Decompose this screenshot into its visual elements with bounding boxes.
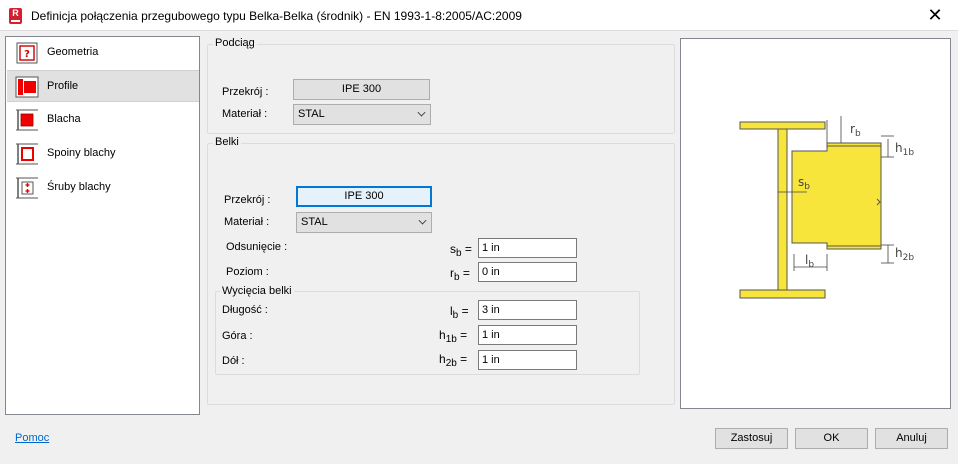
- lb-symbol: lb =: [450, 304, 469, 321]
- dol-label: Dół :: [222, 355, 245, 367]
- podciag-przekroj-label: Przekrój :: [222, 86, 269, 98]
- h2b-symbol: h2b =: [439, 352, 467, 369]
- h1b-sub: 1b: [445, 334, 457, 345]
- h2b-label: h2b: [895, 246, 914, 263]
- rb-symbol: rb =: [450, 266, 470, 283]
- nav-label-blacha: Blacha: [47, 113, 81, 125]
- bolt-icon: [16, 177, 38, 199]
- lb-sub: b: [452, 310, 459, 321]
- nav-label-sruby: Śruby blachy: [47, 181, 111, 193]
- nav-item-spoiny[interactable]: Spoiny blachy: [7, 138, 199, 170]
- app-icon: R: [9, 8, 22, 24]
- h1b-label: h1b: [895, 141, 914, 158]
- connection-preview: rb h1b h2b sb lb: [680, 38, 951, 409]
- h1b-sub-tspan: 1b: [903, 148, 915, 158]
- podciag-group: [207, 44, 675, 134]
- gora-label: Góra :: [222, 330, 253, 342]
- h2b-eq: =: [460, 352, 468, 366]
- belki-material-select[interactable]: STAL: [296, 212, 432, 233]
- chevron-down-icon: [417, 108, 426, 117]
- cancel-button[interactable]: Anuluj: [875, 428, 948, 449]
- plate-icon: [16, 109, 38, 131]
- podciag-title: Podciąg: [213, 37, 257, 49]
- nav-label-profile: Profile: [47, 80, 79, 92]
- h1b-eq: =: [460, 328, 468, 342]
- belki-przekroj-label: Przekrój :: [224, 194, 271, 206]
- dlugosc-label: Długość :: [222, 304, 268, 316]
- belki-material-value: STAL: [301, 216, 328, 228]
- h2b-input[interactable]: 1 in: [478, 350, 577, 370]
- h1b-symbol: h1b =: [439, 328, 467, 345]
- rb-eq: =: [462, 266, 470, 280]
- beam-section: [791, 142, 882, 250]
- connection-diagram: rb h1b h2b sb lb: [739, 116, 914, 299]
- podciag-material-label: Materiał :: [222, 108, 268, 120]
- sb-input[interactable]: 1 in: [478, 238, 577, 258]
- h2b-sub-tspan: 2b: [903, 253, 915, 263]
- h2b-sub: 2b: [445, 358, 457, 369]
- sb-eq: =: [464, 242, 472, 256]
- weld-icon: [16, 143, 38, 165]
- podciag-material-select[interactable]: STAL: [293, 104, 431, 125]
- geometry-icon: ?: [16, 42, 38, 64]
- odsuniecie-label: Odsunięcie :: [226, 241, 288, 253]
- h2b-tspan: h: [895, 246, 903, 260]
- chevron-down-icon: [418, 216, 427, 225]
- close-button[interactable]: ✕: [912, 0, 958, 31]
- rb-input[interactable]: 0 in: [478, 262, 577, 282]
- nav-label-geometria: Geometria: [47, 46, 99, 58]
- help-link[interactable]: Pomoc: [15, 432, 49, 444]
- app-icon-letter: R: [12, 8, 19, 18]
- sb-sub-tspan: b: [804, 182, 810, 192]
- h1b-input[interactable]: 1 in: [478, 325, 577, 345]
- poziom-label: Poziom :: [226, 266, 269, 278]
- sb-sub: b: [456, 248, 462, 259]
- rb-label: rb: [850, 122, 861, 139]
- rb-sub: b: [454, 272, 460, 283]
- window-title: Definicja połączenia przegubowego typu B…: [31, 9, 522, 23]
- lb-label: lb: [805, 253, 814, 270]
- podciag-material-value: STAL: [298, 108, 325, 120]
- profile-icon: [15, 76, 39, 98]
- h1b-tspan: h: [895, 141, 903, 155]
- sb-symbol: sb =: [450, 242, 472, 259]
- podciag-przekroj-button[interactable]: IPE 300: [293, 79, 430, 100]
- h1b-sym: h: [439, 328, 446, 342]
- wyciecia-title: Wycięcia belki: [220, 285, 294, 297]
- nav-list: ? Geometria Profile Blacha Spoiny blachy: [5, 36, 200, 415]
- ok-button[interactable]: OK: [795, 428, 868, 449]
- title-bar: R Definicja połączenia przegubowego typu…: [0, 0, 958, 31]
- belki-przekroj-button[interactable]: IPE 300: [296, 186, 432, 207]
- h2b-sym: h: [439, 352, 446, 366]
- nav-item-geometria[interactable]: ? Geometria: [7, 37, 199, 69]
- nav-item-profile[interactable]: Profile: [7, 70, 199, 102]
- nav-item-sruby[interactable]: Śruby blachy: [7, 172, 199, 204]
- lb-sub-tspan: b: [808, 260, 814, 270]
- lb-input[interactable]: 3 in: [478, 300, 577, 320]
- svg-text:?: ?: [24, 49, 30, 60]
- apply-button[interactable]: Zastosuj: [715, 428, 788, 449]
- nav-label-spoiny: Spoiny blachy: [47, 147, 116, 159]
- belki-title: Belki: [213, 136, 241, 148]
- rb-sub-tspan: b: [855, 129, 861, 139]
- lb-eq: =: [461, 304, 469, 318]
- nav-item-blacha[interactable]: Blacha: [7, 104, 199, 136]
- belki-material-label: Materiał :: [224, 216, 270, 228]
